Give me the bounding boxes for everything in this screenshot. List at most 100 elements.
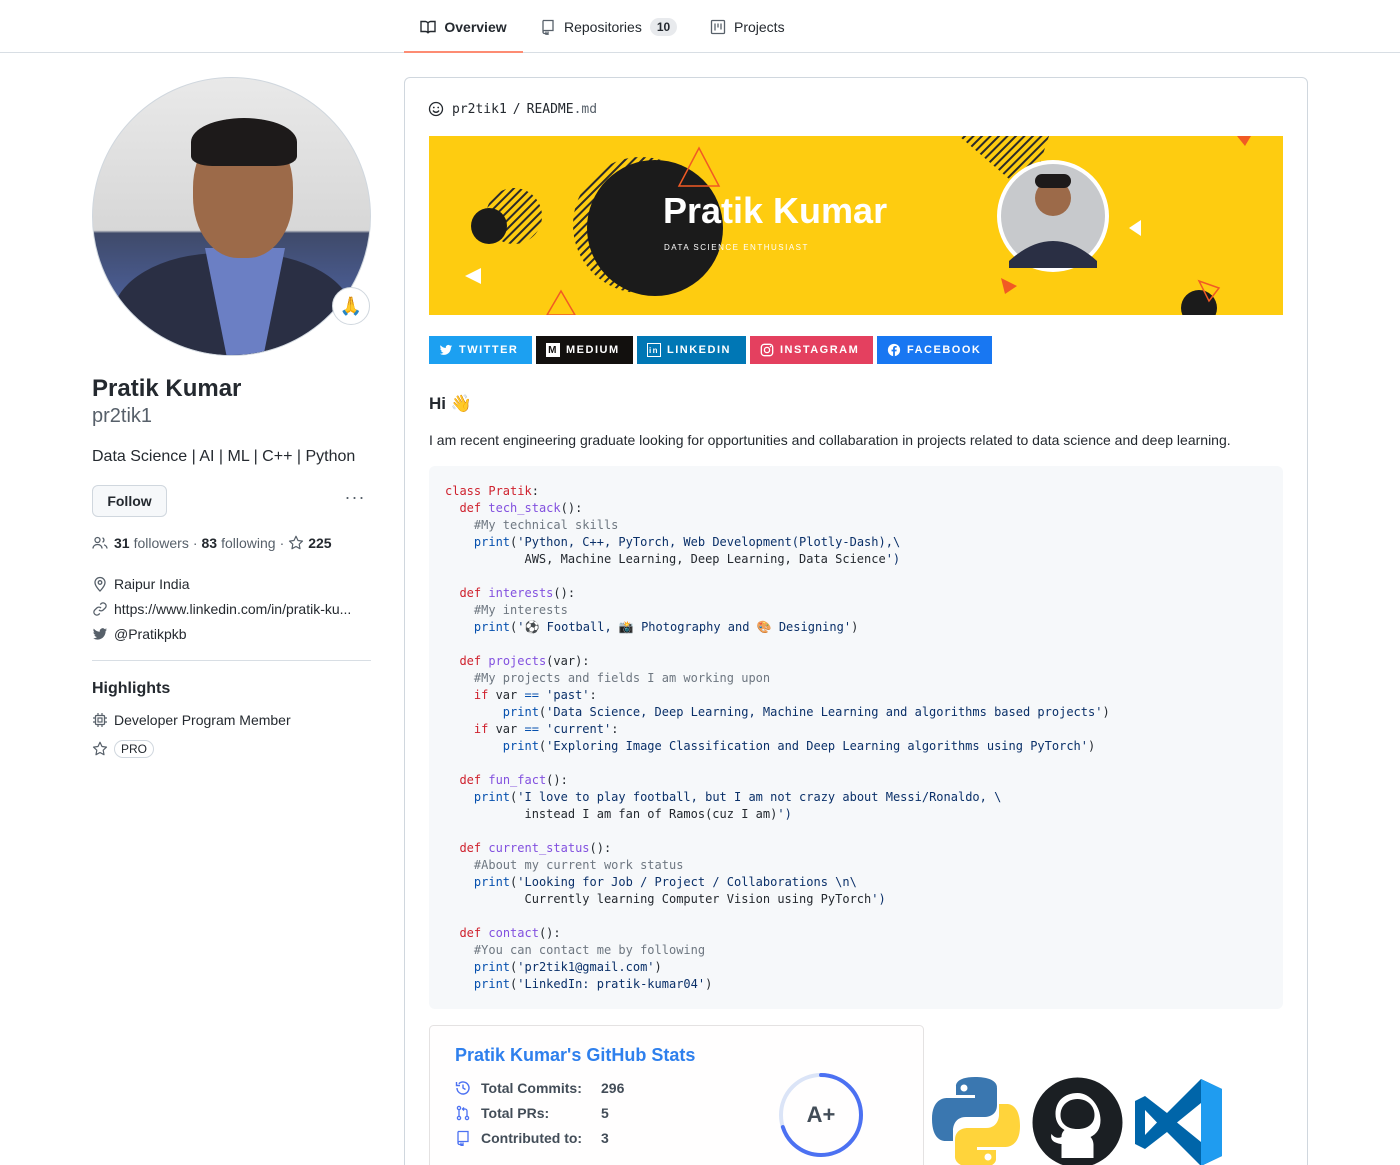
linkedin-icon: in: [647, 343, 661, 357]
banner-title: Pratik Kumar: [663, 190, 888, 231]
location-icon: [92, 576, 108, 592]
code-line: #My projects and fields I am working upo…: [473, 671, 771, 685]
stat-commits: Total Commits: 296: [455, 1080, 624, 1096]
tech-icons: [928, 1075, 1226, 1165]
code-line: def fun_fact():: [459, 773, 568, 787]
tab-overview[interactable]: Overview: [404, 0, 523, 53]
code-line: #My technical skills: [473, 518, 619, 532]
star-icon: [288, 535, 304, 551]
tab-projects[interactable]: Projects: [710, 0, 785, 53]
twitter-row: @Pratikpkb: [92, 626, 187, 642]
code-line: print('Exploring Image Classification an…: [502, 739, 1096, 753]
banner-subtitle: DATA SCIENCE ENTHUSIAST: [664, 243, 809, 252]
tab-projects-label: Projects: [734, 18, 785, 35]
repositories-count: 10: [649, 17, 678, 36]
star-icon: [92, 741, 108, 757]
medium-badge[interactable]: M MEDIUM: [536, 336, 633, 364]
tab-overview-label: Overview: [444, 18, 507, 35]
instagram-badge[interactable]: INSTAGRAM: [750, 336, 873, 364]
avatar[interactable]: [92, 77, 371, 356]
greeting-heading: Hi 👋: [429, 394, 472, 413]
code-line: print('I love to play football, but I am…: [473, 790, 1002, 804]
profile-bio: Data Science | AI | ML | C++ | Python: [92, 448, 356, 465]
status-emoji[interactable]: 🙏: [332, 287, 370, 325]
following-count[interactable]: 83: [202, 535, 218, 551]
code-line: def contact():: [459, 926, 561, 940]
code-line: print('pr2tik1@gmail.com'): [473, 960, 662, 974]
code-line: #About my current work status: [473, 858, 684, 872]
developer-program-label[interactable]: Developer Program Member: [114, 712, 291, 728]
social-badges: TWITTER M MEDIUM in LINKEDIN INSTAGRAM F…: [429, 336, 992, 364]
twitter-badge[interactable]: TWITTER: [429, 336, 532, 364]
readme-banner: Pratik Kumar DATA SCIENCE ENTHUSIAST: [429, 136, 1283, 315]
social-counts: 31 followers · 83 following · 225: [92, 535, 332, 551]
code-line: if var == 'past':: [473, 688, 597, 702]
code-line: def current_status():: [459, 841, 612, 855]
cpu-icon: [92, 712, 108, 728]
code-line: print('Looking for Job / Project / Colla…: [473, 875, 857, 889]
github-stats-card: Pratik Kumar's GitHub Stats Total Commit…: [429, 1025, 924, 1165]
code-line: instead I am fan of Ramos(cuz I am)'): [445, 807, 792, 821]
twitter-icon: [92, 626, 108, 642]
code-line: def projects(var):: [459, 654, 590, 668]
smiley-icon: [428, 101, 444, 117]
profile-login: pr2tik1: [92, 405, 153, 427]
readme-owner-link[interactable]: pr2tik1: [452, 102, 507, 117]
grade-ring: A+: [779, 1073, 863, 1157]
code-line: print('Data Science, Deep Learning, Mach…: [502, 705, 1110, 719]
python-icon: [932, 1077, 1020, 1165]
code-line: def tech_stack():: [459, 501, 583, 515]
vscode-icon: [1135, 1079, 1222, 1165]
location-text: Raipur India: [114, 576, 190, 592]
stat-contributed: Contributed to: 3: [455, 1130, 609, 1146]
followers-count[interactable]: 31: [114, 535, 130, 551]
facebook-icon: [887, 343, 901, 357]
github-icon: [1032, 1077, 1123, 1165]
code-line: AWS, Machine Learning, Deep Learning, Da…: [445, 552, 901, 566]
twitter-icon: [439, 343, 453, 357]
follow-button[interactable]: Follow: [92, 485, 167, 517]
code-line: print('⚽ Football, 📸 Photography and 🎨 D…: [473, 620, 859, 634]
readme-file-link[interactable]: README: [527, 102, 574, 117]
people-icon: [92, 535, 108, 551]
highlight-pro: PRO: [92, 740, 155, 758]
website-row: https://www.linkedin.com/in/pratik-ku...: [92, 601, 351, 617]
stars-count[interactable]: 225: [308, 535, 331, 551]
following-label[interactable]: following: [221, 535, 275, 551]
instagram-icon: [760, 343, 774, 357]
followers-label[interactable]: followers: [134, 535, 189, 551]
medium-icon: M: [546, 343, 560, 357]
code-line: def interests():: [459, 586, 576, 600]
grade-text: A+: [807, 1102, 836, 1127]
code-line: #You can contact me by following: [473, 943, 706, 957]
website-link[interactable]: https://www.linkedin.com/in/pratik-ku...: [114, 601, 351, 617]
profile-name: Pratik Kumar: [92, 375, 242, 402]
twitter-handle[interactable]: @Pratikpkb: [114, 626, 187, 642]
pull-request-icon: [455, 1105, 471, 1121]
code-line: print('LinkedIn: pratik-kumar04'): [473, 977, 713, 991]
repo-icon: [455, 1130, 471, 1146]
more-options-button[interactable]: ···: [340, 488, 370, 510]
readme-header: pr2tik1 / README.md: [428, 101, 597, 117]
code-line: #My interests: [473, 603, 568, 617]
code-line: if var == 'current':: [473, 722, 619, 736]
code-block: class Pratik: def tech_stack(): #My tech…: [429, 466, 1283, 1009]
profile-nav: Overview Repositories 10 Projects: [0, 0, 1400, 53]
code-line: class Pratik:: [445, 484, 539, 498]
code-line: Currently learning Computer Vision using…: [445, 892, 886, 906]
facebook-badge[interactable]: FACEBOOK: [877, 336, 992, 364]
repo-icon: [540, 19, 556, 36]
intro-text: I am recent engineering graduate looking…: [429, 432, 1231, 448]
sidebar-divider: [92, 660, 371, 661]
tab-repositories[interactable]: Repositories 10: [540, 0, 678, 53]
location-row: Raipur India: [92, 576, 190, 592]
pro-badge: PRO: [114, 740, 155, 758]
book-icon: [420, 19, 437, 35]
link-icon: [92, 601, 108, 617]
highlights-title: Highlights: [92, 680, 171, 697]
linkedin-badge[interactable]: in LINKEDIN: [637, 336, 746, 364]
